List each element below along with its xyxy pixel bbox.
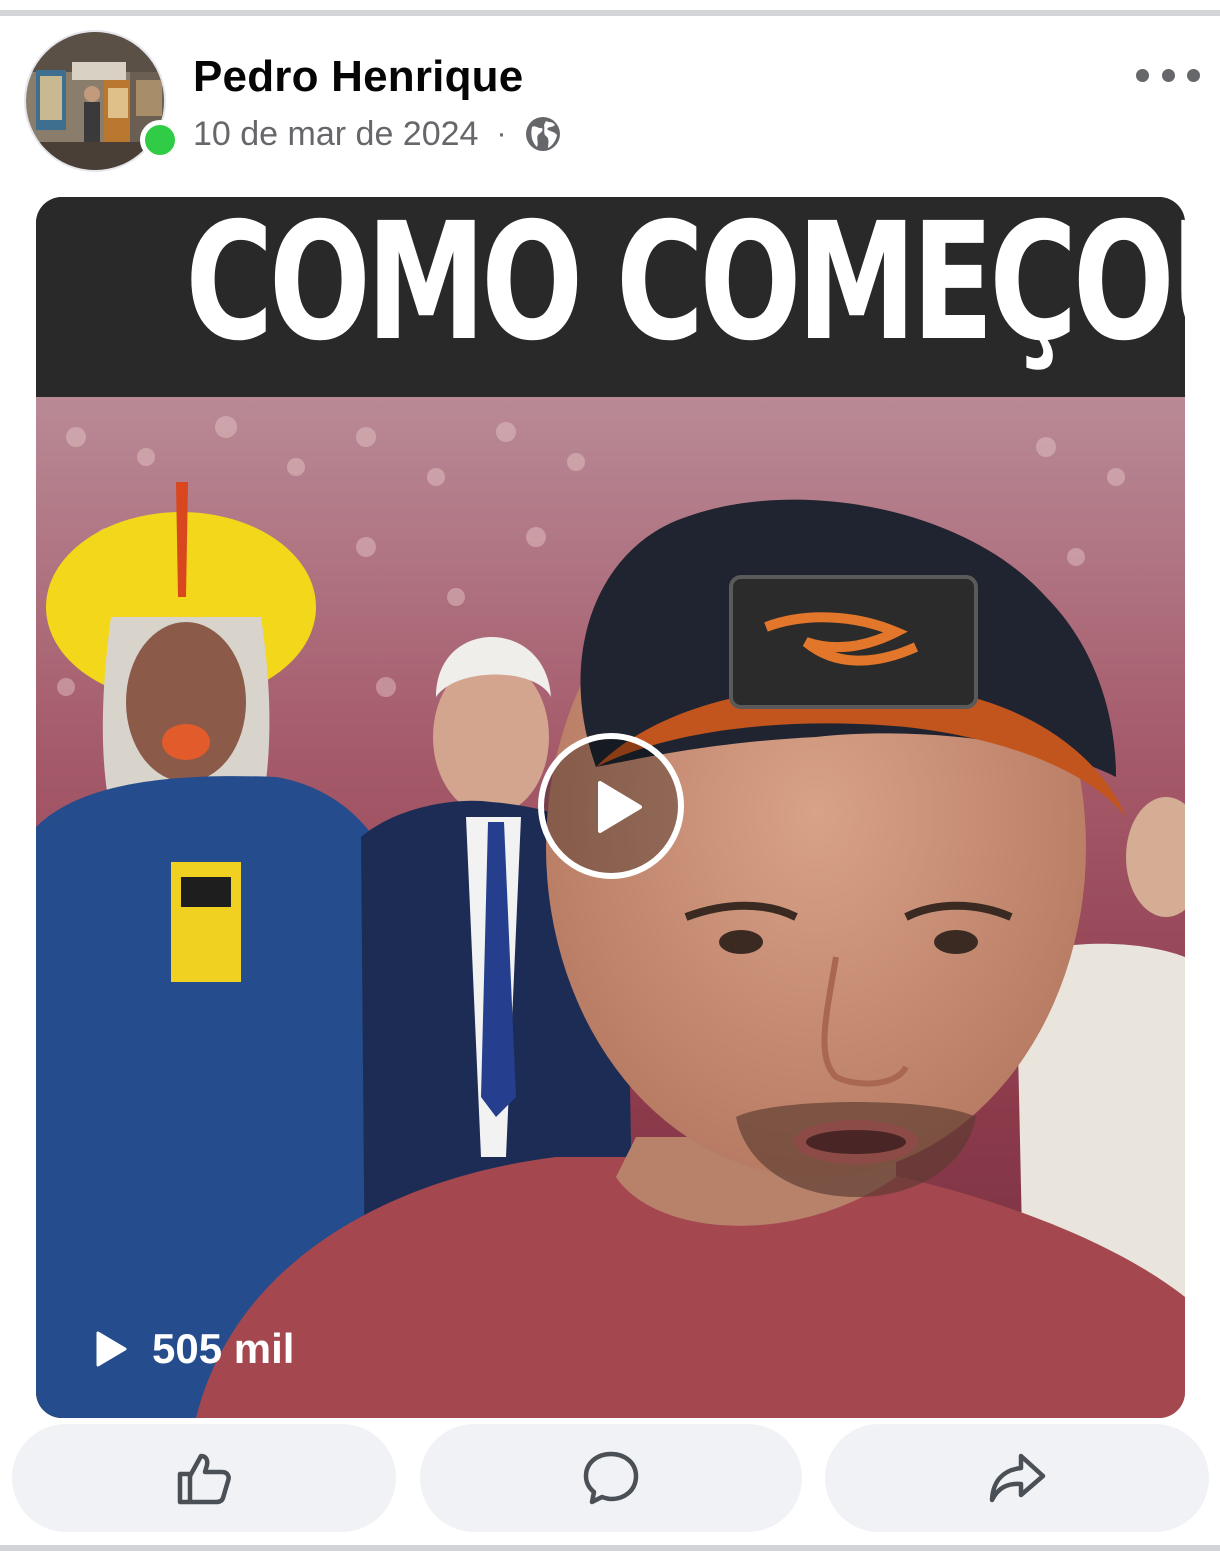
video-caption: COMO COMEÇOU [185, 197, 1185, 377]
more-options-icon[interactable] [1136, 60, 1200, 90]
like-button[interactable] [12, 1424, 396, 1532]
more-dot [1161, 68, 1175, 82]
comment-icon [583, 1451, 639, 1505]
view-count: 505 mil [94, 1325, 294, 1373]
bottom-divider [0, 1545, 1220, 1551]
thumbs-up-icon [177, 1453, 231, 1505]
play-icon [598, 781, 642, 833]
share-button[interactable] [825, 1424, 1209, 1532]
post-actions [0, 1424, 1220, 1532]
view-count-text: 505 mil [152, 1325, 295, 1372]
author-name[interactable]: Pedro Henrique [193, 52, 523, 102]
meta-separator: · [496, 117, 507, 150]
share-icon [989, 1453, 1046, 1503]
online-status-indicator [140, 120, 180, 160]
post-date[interactable]: 10 de mar de 2024 [193, 115, 478, 154]
top-divider [0, 10, 1220, 16]
video-player[interactable]: COMO COMEÇOU 505 mil [36, 197, 1185, 1418]
video-thumbnail [36, 397, 1185, 1418]
more-dot [1136, 68, 1149, 82]
post-meta: 10 de mar de 2024 · [193, 112, 562, 156]
play-button[interactable] [538, 733, 684, 879]
comment-button[interactable] [420, 1424, 802, 1532]
video-title-band: COMO COMEÇOU [36, 197, 1185, 397]
globe-icon[interactable] [524, 115, 562, 153]
play-small-icon [96, 1331, 127, 1367]
more-dot [1187, 68, 1200, 82]
author-avatar[interactable] [24, 30, 180, 172]
